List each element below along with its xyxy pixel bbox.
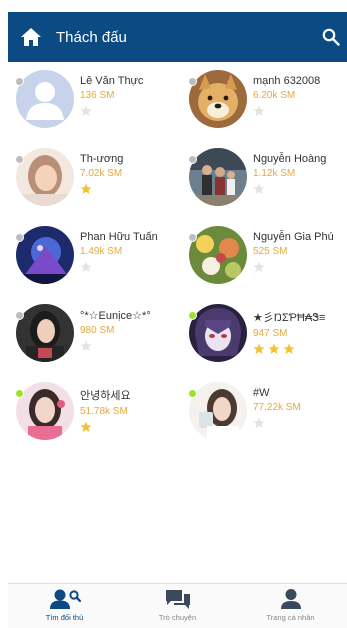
page-title: Thách đấu <box>56 28 127 46</box>
star-empty-icon <box>80 260 92 278</box>
tab-profile-label: Trang cá nhân <box>266 613 315 622</box>
offline-status-dot <box>15 233 24 242</box>
player-card[interactable]: Nguyễn Hoàng 1.12k SM <box>181 148 347 211</box>
player-card[interactable]: °*☆Eunịce☆*° 980 SM <box>8 304 181 367</box>
star-empty-icon <box>253 260 265 278</box>
player-rating <box>80 260 158 278</box>
profile-icon <box>280 589 301 609</box>
star-filled-icon <box>80 420 92 438</box>
offline-status-dot <box>15 311 24 320</box>
star-filled-icon <box>253 342 265 360</box>
player-card[interactable]: 안녕하세요 51.78k SM <box>8 382 181 445</box>
star-filled-icon <box>283 342 295 360</box>
app-header: Thách đấu <box>8 12 347 62</box>
star-empty-icon <box>253 416 265 434</box>
player-rating <box>253 260 334 278</box>
tab-find-opponent[interactable]: Tìm đối thủ <box>8 584 121 628</box>
player-card[interactable]: Nguyễn Gia Phú 525 SM <box>181 226 347 289</box>
player-name: °*☆Eunịce☆*° <box>80 310 151 322</box>
player-score: 7.02k SM <box>80 168 123 179</box>
player-name: Nguyễn Hoàng <box>253 153 327 165</box>
avatar <box>15 148 74 206</box>
player-card[interactable]: mạnh 632008 6.20k SM <box>181 70 347 133</box>
player-rating <box>253 342 325 360</box>
player-card[interactable]: Th-ương 7.02k SM <box>8 148 181 211</box>
tab-chat-label: Trò chuyện <box>158 613 197 622</box>
star-empty-icon <box>253 104 265 122</box>
star-empty-icon <box>253 182 265 200</box>
player-score: 947 SM <box>253 328 288 339</box>
offline-status-dot <box>188 233 197 242</box>
search-icon <box>322 28 340 46</box>
offline-status-dot <box>15 77 24 86</box>
player-score: 77.22k SM <box>253 402 301 413</box>
star-empty-icon <box>80 104 92 122</box>
avatar <box>188 382 247 440</box>
player-card[interactable]: Phan Hữu Tuấn 1.49k SM <box>8 226 181 289</box>
online-status-dot <box>15 389 24 398</box>
player-name: Lê Văn Thực <box>80 75 144 87</box>
player-score: 6.20k SM <box>253 90 296 101</box>
player-score: 525 SM <box>253 246 288 257</box>
chat-icon <box>165 590 190 609</box>
player-rating <box>253 416 301 434</box>
tab-find-opponent-label: Tìm đối thủ <box>45 613 84 622</box>
avatar <box>15 70 74 128</box>
search-button[interactable] <box>315 12 347 62</box>
tab-profile[interactable]: Trang cá nhân <box>234 584 347 628</box>
star-filled-icon <box>268 342 280 360</box>
player-name: ★彡ŊΣƤĦ₳Ꮥ≡ <box>253 312 326 324</box>
online-status-dot <box>188 311 197 320</box>
player-card[interactable]: #W 77.22k SM <box>181 382 347 445</box>
avatar <box>15 382 74 440</box>
tab-chat[interactable]: Trò chuyện <box>121 584 234 628</box>
player-name: Phan Hữu Tuấn <box>80 231 158 243</box>
avatar <box>188 148 247 206</box>
player-name: Th-ương <box>80 153 124 165</box>
opponent-list: Lê Văn Thực 136 SM mạnh 632008 6.20k SM Th-ư… <box>8 70 347 445</box>
player-score: 980 SM <box>80 325 115 336</box>
player-name: mạnh 632008 <box>253 75 321 87</box>
home-icon <box>21 28 41 46</box>
player-card[interactable]: Lê Văn Thực 136 SM <box>8 70 181 133</box>
star-empty-icon <box>80 339 92 357</box>
bottom-nav: Tìm đối thủ Trò chuyện Trang cá nhân <box>8 583 347 628</box>
player-name: #W <box>253 387 270 399</box>
player-score: 1.12k SM <box>253 168 296 179</box>
star-filled-icon <box>80 182 92 200</box>
player-score: 1.49k SM <box>80 246 123 257</box>
avatar <box>188 226 247 284</box>
online-status-dot <box>188 389 197 398</box>
avatar <box>15 226 74 284</box>
player-rating <box>80 104 143 122</box>
offline-status-dot <box>15 155 24 164</box>
avatar <box>188 70 247 128</box>
avatar <box>15 304 74 362</box>
player-rating <box>80 339 151 357</box>
player-rating <box>253 104 320 122</box>
player-rating <box>80 182 123 200</box>
offline-status-dot <box>188 155 197 164</box>
player-score: 51.78k SM <box>80 406 128 417</box>
avatar <box>188 304 247 362</box>
player-card[interactable]: ★彡ŊΣƤĦ₳Ꮥ≡ 947 SM <box>181 304 347 367</box>
player-score: 136 SM <box>80 90 115 101</box>
player-name: Nguyễn Gia Phú <box>253 231 334 243</box>
player-rating <box>253 182 326 200</box>
find-opponent-icon <box>49 589 81 609</box>
player-name: 안녕하세요 <box>80 390 131 402</box>
player-rating <box>80 420 131 438</box>
offline-status-dot <box>188 77 197 86</box>
home-button[interactable] <box>10 12 52 62</box>
